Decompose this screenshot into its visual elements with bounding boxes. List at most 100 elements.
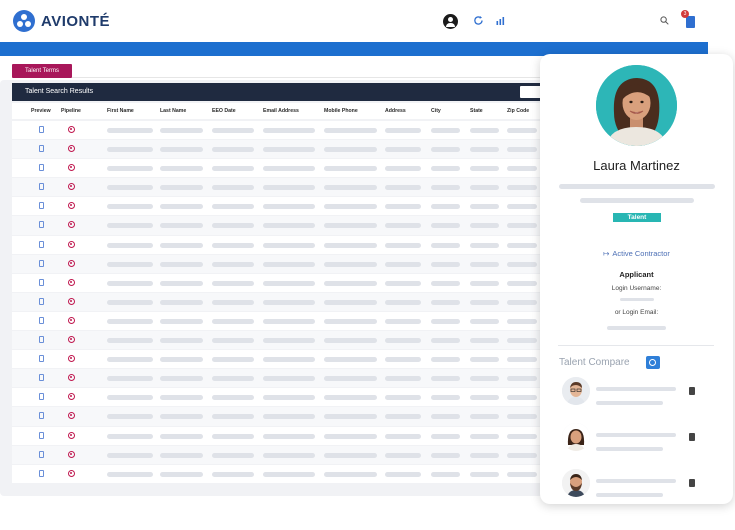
pipeline-icon[interactable] [68,278,75,286]
document-icon[interactable] [689,433,695,441]
col-preview[interactable]: Preview [31,108,51,114]
table-row[interactable] [12,331,552,351]
table-row[interactable] [12,235,552,255]
tab-talent-terms[interactable]: Talent Terms [12,64,72,78]
notification-icon[interactable] [686,16,695,28]
preview-icon[interactable] [39,469,44,477]
table-row[interactable] [12,292,552,312]
pipeline-icon[interactable] [68,145,75,153]
preview-icon[interactable] [39,145,44,153]
col-zip-code[interactable]: Zip Code [507,108,529,114]
preview-icon[interactable] [39,126,44,133]
pipeline-icon[interactable] [68,469,75,477]
cell-placeholder [263,261,315,267]
table-row[interactable] [12,254,552,274]
cell-placeholder [324,357,377,363]
cell-placeholder [470,128,499,133]
pipeline-icon[interactable] [68,355,75,363]
pipeline-icon[interactable] [68,450,75,458]
pipeline-icon[interactable] [68,297,75,305]
col-email-address[interactable]: Email Address [263,108,299,114]
preview-icon[interactable] [39,202,44,210]
table-row[interactable] [12,121,552,141]
compare-avatar-2[interactable] [562,423,590,451]
table-row[interactable] [12,464,552,484]
table-row[interactable] [12,159,552,179]
table-row[interactable] [12,407,552,427]
document-icon[interactable] [689,387,695,395]
cell-placeholder [431,395,460,401]
preview-icon[interactable] [39,450,44,458]
cell-placeholder [385,147,421,153]
preview-icon[interactable] [39,278,44,286]
preview-icon[interactable] [39,259,44,267]
preview-icon[interactable] [39,412,44,420]
preview-icon[interactable] [39,240,44,248]
preview-icon[interactable] [39,431,44,439]
pipeline-icon[interactable] [68,240,75,248]
col-eeo-date[interactable]: EEO Date [212,108,236,114]
col-first-name[interactable]: First Name [107,108,134,114]
table-row[interactable] [12,273,552,293]
pipeline-icon[interactable] [68,183,75,191]
document-icon[interactable] [689,479,695,487]
brand-name: AVIONTÉ [41,12,111,30]
cell-placeholder [507,223,537,229]
talent-badge: Talent [613,213,661,222]
brand-logo[interactable]: AVIONTÉ [13,10,110,32]
cell-placeholder [324,471,377,477]
pipeline-icon[interactable] [68,164,75,172]
table-row[interactable] [12,140,552,160]
table-row[interactable] [12,197,552,217]
preview-icon[interactable] [39,183,44,191]
preview-icon[interactable] [39,316,44,324]
cell-placeholder [263,242,315,248]
pipeline-icon[interactable] [68,412,75,420]
preview-icon[interactable] [39,221,44,229]
table-row[interactable] [12,369,552,389]
col-last-name[interactable]: Last Name [160,108,186,114]
col-state[interactable]: State [470,108,483,114]
preview-icon[interactable] [39,355,44,363]
user-icon[interactable] [443,14,458,29]
refresh-icon[interactable] [473,15,484,26]
cell-placeholder [470,280,499,286]
preview-icon[interactable] [39,164,44,172]
compare-avatar-1[interactable] [562,377,590,405]
pipeline-icon[interactable] [68,374,75,382]
cell-placeholder [263,318,315,324]
cell-placeholder [107,376,153,382]
search-icon[interactable] [660,16,669,25]
active-contractor-link[interactable]: ↦ Active Contractor [540,249,733,258]
preview-icon[interactable] [39,336,44,344]
preview-icon[interactable] [39,374,44,382]
col-address[interactable]: Address [385,108,406,114]
cell-placeholder [263,204,315,210]
bar-chart-icon[interactable] [496,16,505,25]
pipeline-icon[interactable] [68,126,75,133]
col-pipeline[interactable]: Pipeline [61,108,81,114]
table-row[interactable] [12,311,552,332]
pipeline-icon[interactable] [68,336,75,344]
pipeline-icon[interactable] [68,431,75,439]
col-mobile-phone[interactable]: Mobile Phone [324,108,358,114]
pipeline-icon[interactable] [68,221,75,229]
compare-avatar-3[interactable] [562,469,590,497]
preview-icon[interactable] [39,297,44,305]
table-row[interactable] [12,445,552,465]
pipeline-icon[interactable] [68,316,75,324]
table-row[interactable] [12,178,552,198]
cell-placeholder [431,433,460,439]
preview-icon[interactable] [39,393,44,401]
pipeline-icon[interactable] [68,259,75,267]
compare-search-icon[interactable] [646,356,660,369]
table-row[interactable] [12,388,552,408]
table-row[interactable] [12,216,552,236]
cell-placeholder [160,261,203,267]
pipeline-icon[interactable] [68,202,75,210]
global-search-input[interactable] [510,12,675,30]
table-row[interactable] [12,350,552,370]
table-row[interactable] [12,426,552,446]
pipeline-icon[interactable] [68,393,75,401]
col-city[interactable]: City [431,108,441,114]
